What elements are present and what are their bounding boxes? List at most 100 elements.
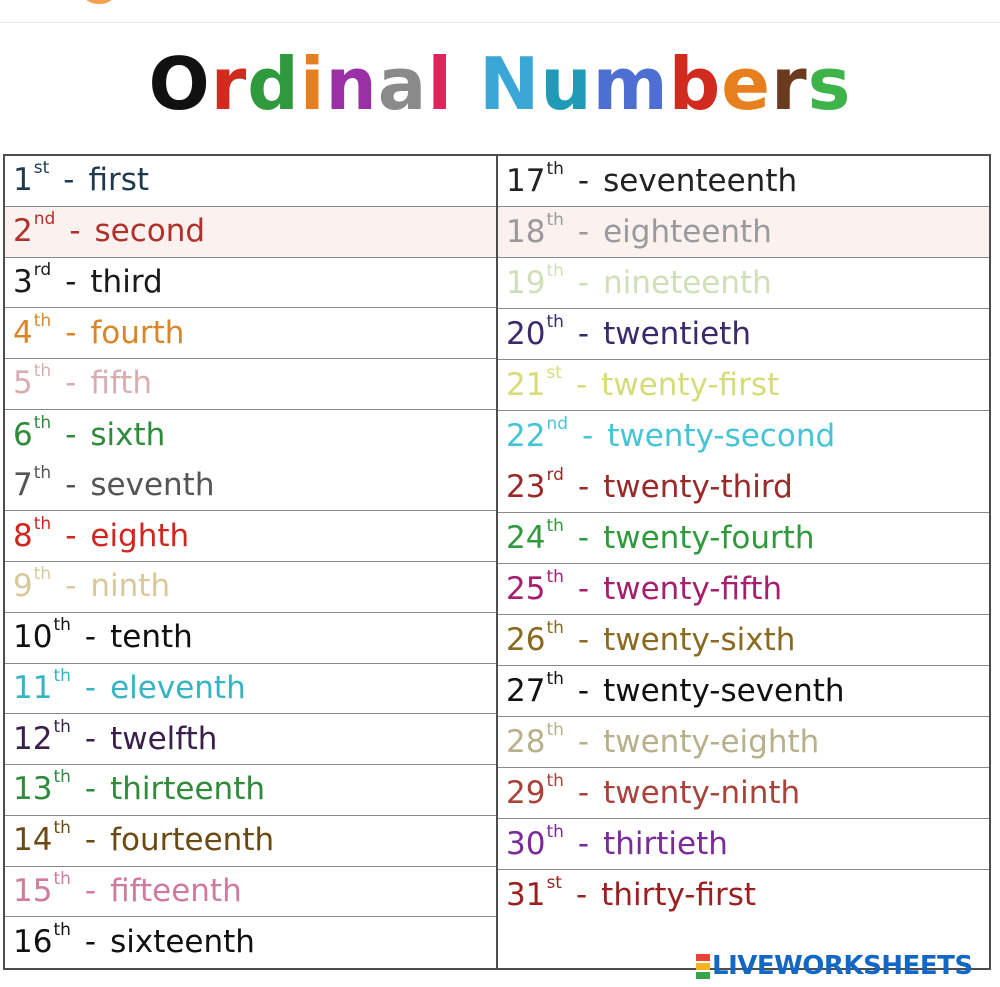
ordinal-suffix: th bbox=[546, 209, 564, 230]
dash-separator: - bbox=[84, 872, 97, 909]
dash-separator: - bbox=[577, 264, 590, 301]
table-row: 1st - first bbox=[5, 156, 496, 207]
dash-separator: - bbox=[577, 825, 590, 862]
table-row: 15th - fifteenth bbox=[5, 867, 496, 918]
dash-separator: - bbox=[577, 570, 590, 607]
ordinal-suffix: st bbox=[546, 362, 562, 383]
ordinal-number: 21 bbox=[506, 366, 546, 403]
dash-separator: - bbox=[65, 568, 77, 605]
dash-separator: - bbox=[575, 877, 588, 913]
ordinal-suffix: th bbox=[546, 515, 564, 536]
ordinal-number: 23 bbox=[506, 468, 546, 505]
ordinal-suffix: th bbox=[33, 361, 52, 382]
ordinal-suffix: th bbox=[33, 462, 52, 483]
ordinal-word: twentieth bbox=[603, 315, 751, 352]
ordinal-number: 11 bbox=[13, 669, 53, 706]
ordinal-number: 28 bbox=[506, 723, 546, 760]
table-row: 27th - twenty-seventh bbox=[498, 666, 989, 717]
dash-separator: - bbox=[577, 774, 590, 811]
ordinal-word: twenty-sixth bbox=[603, 621, 796, 658]
table-column-left: 1st - first 2nd - second 3rd - third 4th - fourth 5 t… bbox=[5, 156, 496, 968]
ordinal-suffix: nd bbox=[546, 414, 569, 434]
table-row: 6th - sixth bbox=[5, 410, 496, 461]
ordinal-suffix: th bbox=[546, 668, 564, 689]
ordinal-word: twenty-ninth bbox=[603, 774, 801, 811]
table-row: 17th - seventeenth bbox=[498, 156, 989, 207]
ordinal-number: 24 bbox=[506, 519, 546, 556]
ordinal-word: sixteenth bbox=[110, 924, 255, 961]
ordinal-suffix: th bbox=[546, 311, 564, 332]
ordinal-word: third bbox=[90, 263, 163, 300]
ordinal-word: thirtieth bbox=[603, 825, 728, 862]
logo-mark-bar bbox=[696, 953, 710, 961]
dash-separator: - bbox=[577, 723, 590, 760]
table-row: 12th - twelfth bbox=[5, 714, 496, 765]
ordinal-suffix: rd bbox=[33, 259, 52, 280]
dash-separator: - bbox=[84, 822, 97, 859]
table-row: 5th - fifth bbox=[5, 359, 496, 410]
dash-separator: - bbox=[65, 466, 77, 503]
table-row: 11th - eleventh bbox=[5, 664, 496, 715]
ordinal-number: 16 bbox=[13, 924, 53, 961]
ordinal-suffix: th bbox=[546, 566, 564, 587]
table-row: 7th - seventh bbox=[5, 461, 496, 512]
table-row: 24th - twenty-fourth bbox=[498, 513, 989, 564]
dash-separator: - bbox=[84, 720, 97, 757]
dash-separator: - bbox=[577, 519, 590, 556]
ordinal-word: eleventh bbox=[110, 669, 246, 706]
table-row: 18th - eighteenth bbox=[498, 207, 989, 258]
ordinal-word: tenth bbox=[110, 619, 193, 656]
ordinal-number: 27 bbox=[506, 672, 546, 709]
title-letter: n bbox=[325, 42, 378, 126]
ordinal-suffix: th bbox=[53, 868, 71, 889]
dash-separator: - bbox=[69, 213, 81, 250]
title-letter: a bbox=[377, 42, 428, 126]
ordinal-word: thirty-first bbox=[601, 877, 757, 913]
title-letter: e bbox=[721, 42, 772, 126]
table-row: 29th - twenty-ninth bbox=[498, 768, 989, 819]
ordinal-word: eighth bbox=[90, 517, 190, 554]
ordinal-word: first bbox=[88, 162, 150, 199]
ordinal-number: 8 bbox=[13, 517, 33, 554]
ordinal-suffix: th bbox=[53, 767, 71, 788]
ordinal-word: fifth bbox=[90, 365, 153, 402]
ordinal-number: 14 bbox=[13, 822, 53, 859]
ordinal-suffix: th bbox=[546, 821, 564, 842]
ordinal-number: 3 bbox=[13, 263, 33, 300]
title-letter: l bbox=[427, 42, 454, 126]
ordinal-number: 6 bbox=[13, 416, 33, 453]
ordinal-number: 10 bbox=[13, 619, 53, 656]
title-letter: r bbox=[210, 42, 248, 126]
page-title: Ordinal Numbers bbox=[0, 36, 1000, 132]
ordinal-table: 1st - first 2nd - second 3rd - third 4th - fourth 5 t… bbox=[3, 154, 991, 970]
dash-separator: - bbox=[582, 418, 594, 454]
title-letter bbox=[453, 36, 479, 132]
ordinal-suffix: rd bbox=[546, 464, 564, 485]
ordinal-suffix: th bbox=[33, 310, 52, 331]
ordinal-suffix: th bbox=[33, 513, 52, 534]
table-row: 25th - twenty-fifth bbox=[498, 564, 989, 615]
ordinal-suffix: th bbox=[53, 818, 71, 839]
ordinal-suffix: th bbox=[33, 564, 52, 585]
dash-separator: - bbox=[577, 621, 590, 658]
ordinal-suffix: th bbox=[53, 920, 71, 941]
title-letter: O bbox=[148, 42, 211, 126]
ordinal-number: 13 bbox=[13, 771, 53, 808]
ordinal-word: fifteenth bbox=[110, 872, 242, 909]
ordinal-number: 4 bbox=[13, 314, 33, 351]
table-row: 10th - tenth bbox=[5, 613, 496, 664]
ordinal-word: eighteenth bbox=[603, 213, 772, 250]
dash-separator: - bbox=[65, 517, 77, 554]
dash-separator: - bbox=[577, 213, 590, 250]
ordinal-number: 7 bbox=[13, 466, 33, 503]
ordinal-number: 30 bbox=[506, 825, 546, 862]
ordinal-suffix: nd bbox=[33, 209, 56, 230]
title-letter: u bbox=[540, 42, 593, 126]
ordinal-word: seventeenth bbox=[603, 162, 798, 199]
ordinal-suffix: st bbox=[33, 158, 50, 179]
ordinal-suffix: st bbox=[546, 873, 562, 893]
table-row: 8th - eighth bbox=[5, 511, 496, 562]
title-letter: s bbox=[807, 42, 852, 126]
dash-separator: - bbox=[65, 314, 77, 351]
ordinal-word: nineteenth bbox=[603, 264, 772, 301]
